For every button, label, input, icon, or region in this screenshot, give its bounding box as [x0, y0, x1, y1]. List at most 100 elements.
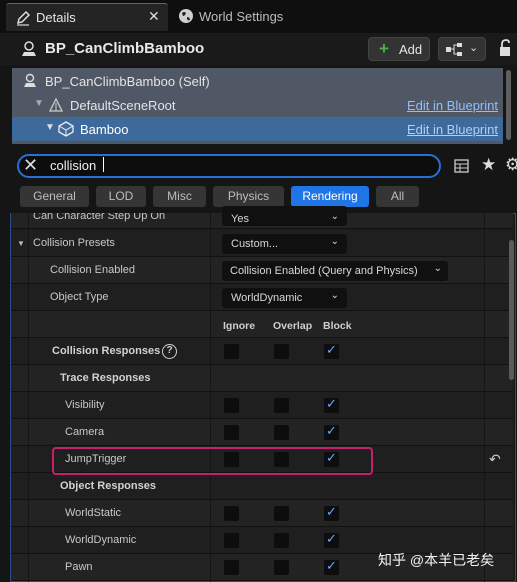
- hierarchy-icon: [446, 43, 462, 56]
- response-name: Pawn: [65, 561, 93, 573]
- tree-item-bamboo[interactable]: ▼ Bamboo Edit in Blueprint: [12, 117, 503, 141]
- column-header-overlap: Overlap: [273, 320, 313, 332]
- chevron-down-icon: ⌄: [469, 42, 479, 54]
- tree-item-default-scene-root[interactable]: ▼ DefaultSceneRoot Edit in Blueprint: [12, 93, 503, 117]
- tab-details-label: Details: [36, 10, 76, 25]
- response-name: Camera: [65, 426, 105, 438]
- tree-item-bamboo-label: Bamboo: [80, 122, 129, 137]
- block-checkbox[interactable]: [324, 531, 339, 548]
- tab-details[interactable]: Details ✕: [6, 3, 168, 31]
- column-header-ignore: Ignore: [223, 320, 256, 332]
- all-block-checkbox[interactable]: [324, 342, 339, 359]
- details-scrollbar[interactable]: [509, 240, 514, 380]
- star-icon[interactable]: ★: [481, 155, 496, 175]
- prop-row-trace-responses: Trace Responses: [11, 365, 513, 392]
- pencil-icon: [16, 10, 31, 26]
- block-checkbox[interactable]: [324, 504, 339, 521]
- all-ignore-checkbox[interactable]: [224, 344, 239, 359]
- collision-presets-value: Custom...: [231, 238, 279, 250]
- ignore-checkbox[interactable]: [224, 560, 239, 575]
- globe-icon: [179, 9, 193, 23]
- all-overlap-checkbox[interactable]: [274, 344, 289, 359]
- response-name: Visibility: [65, 399, 105, 411]
- actor-icon: [24, 73, 36, 87]
- tree-item-self[interactable]: BP_CanClimbBamboo (Self): [12, 69, 503, 93]
- tree-scrollbar[interactable]: [506, 70, 511, 140]
- block-checkbox[interactable]: [324, 423, 339, 440]
- tree-item-root-label: DefaultSceneRoot: [70, 98, 176, 113]
- gear-icon[interactable]: ⚙: [505, 155, 517, 175]
- overlap-checkbox[interactable]: [274, 533, 289, 548]
- column-header-block: Block: [323, 320, 352, 332]
- response-row: WorldStatic: [11, 500, 513, 527]
- overlap-checkbox[interactable]: [274, 560, 289, 575]
- close-icon[interactable]: ✕: [148, 8, 160, 25]
- ignore-checkbox[interactable]: [224, 533, 239, 548]
- object-responses-label: Object Responses: [60, 480, 156, 492]
- collision-presets-dropdown[interactable]: Custom... ⌄: [222, 234, 347, 254]
- prop-row-collision-responses: Collision Responses ?: [11, 338, 513, 365]
- chevron-down-icon: ⌄: [330, 290, 339, 301]
- add-component-button[interactable]: + Add: [368, 37, 430, 61]
- filter-misc[interactable]: Misc: [153, 186, 206, 207]
- tree-item-self-label: BP_CanClimbBamboo (Self): [45, 74, 210, 89]
- response-row: Camera: [11, 419, 513, 446]
- watermark: 知乎 @本羊已老矣: [378, 552, 495, 568]
- trace-responses-label: Trace Responses: [60, 372, 151, 384]
- expand-arrow-icon: ▼: [45, 122, 55, 133]
- ignore-checkbox[interactable]: [224, 506, 239, 521]
- step-up-dropdown[interactable]: Yes ⌄: [222, 206, 347, 226]
- step-up-label: Can Character Step Up On: [33, 213, 166, 222]
- text-cursor: [103, 157, 104, 172]
- expand-arrow-icon: ▼: [34, 98, 44, 109]
- static-mesh-icon: [58, 121, 74, 137]
- response-name: WorldDynamic: [65, 534, 137, 546]
- table-view-icon[interactable]: [454, 159, 469, 173]
- ignore-checkbox[interactable]: [224, 425, 239, 440]
- column-separator: [210, 213, 211, 582]
- object-type-label: Object Type: [50, 291, 109, 303]
- response-name: WorldStatic: [65, 507, 122, 519]
- overlap-checkbox[interactable]: [274, 398, 289, 413]
- expand-arrow-icon[interactable]: ▼: [17, 239, 25, 248]
- response-row: Visibility: [11, 392, 513, 419]
- block-checkbox[interactable]: [324, 558, 339, 575]
- ignore-checkbox[interactable]: [224, 398, 239, 413]
- column-separator: [28, 213, 29, 582]
- collision-enabled-value: Collision Enabled (Query and Physics): [230, 265, 418, 277]
- plus-icon: +: [379, 39, 389, 58]
- collision-enabled-dropdown[interactable]: Collision Enabled (Query and Physics) ⌄: [222, 261, 448, 281]
- blueprint-title: BP_CanClimbBamboo: [45, 40, 205, 57]
- collision-presets-label: Collision Presets: [33, 237, 115, 249]
- collision-responses-label: Collision Responses: [52, 345, 161, 357]
- actor-icon: [22, 41, 36, 56]
- add-button-label: Add: [399, 42, 423, 57]
- reset-to-default-icon[interactable]: ↶: [489, 451, 501, 468]
- edit-in-blueprint-link[interactable]: Edit in Blueprint: [407, 122, 498, 137]
- blueprint-options-button[interactable]: ⌄: [438, 37, 486, 61]
- tab-world-settings-label: World Settings: [199, 9, 284, 24]
- edit-in-blueprint-link[interactable]: Edit in Blueprint: [407, 98, 498, 113]
- chevron-down-icon: ⌄: [330, 236, 339, 247]
- filter-lod[interactable]: LOD: [96, 186, 146, 207]
- block-checkbox[interactable]: [324, 396, 339, 413]
- object-type-value: WorldDynamic: [231, 292, 303, 304]
- object-type-dropdown[interactable]: WorldDynamic ⌄: [222, 288, 347, 308]
- filter-physics[interactable]: Physics: [213, 186, 284, 207]
- overlap-checkbox[interactable]: [274, 425, 289, 440]
- help-icon[interactable]: ?: [162, 344, 177, 359]
- prop-row-column-headers: [11, 311, 513, 338]
- lock-icon[interactable]: [498, 39, 514, 57]
- filter-rendering[interactable]: Rendering: [291, 186, 369, 207]
- chevron-down-icon: ⌄: [330, 211, 339, 222]
- prop-row-object-responses: Object Responses: [11, 473, 513, 500]
- chevron-down-icon: ⌄: [433, 263, 442, 274]
- overlap-checkbox[interactable]: [274, 506, 289, 521]
- filter-all[interactable]: All: [376, 186, 419, 207]
- filter-general[interactable]: General: [20, 186, 89, 207]
- step-up-value: Yes: [231, 213, 249, 225]
- collision-enabled-label: Collision Enabled: [50, 264, 135, 276]
- clear-search-icon[interactable]: ✕: [23, 155, 38, 176]
- column-separator: [484, 213, 485, 582]
- jumptrigger-highlight: [52, 447, 373, 475]
